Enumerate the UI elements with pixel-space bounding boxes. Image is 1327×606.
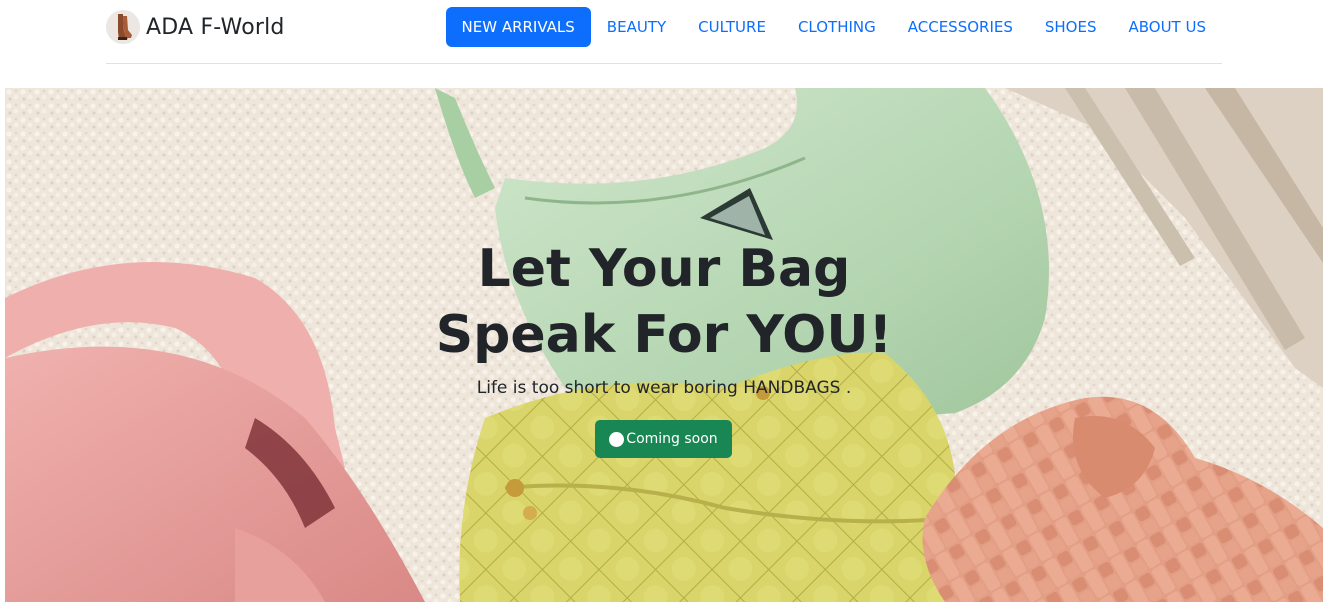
hero-title-line2: Speak For YOU! xyxy=(435,305,893,365)
brand-name: ADA F-World xyxy=(146,14,285,40)
brand[interactable]: ADA F-World xyxy=(106,7,285,47)
nav-beauty[interactable]: BEAUTY xyxy=(591,7,682,47)
nav-accessories[interactable]: ACCESSORIES xyxy=(892,7,1029,47)
nav-clothing[interactable]: CLOTHING xyxy=(782,7,892,47)
nav-about-us[interactable]: ABOUT US xyxy=(1112,7,1222,47)
nav-culture[interactable]: CULTURE xyxy=(682,7,782,47)
site-header: ADA F-World NEW ARRIVALS BEAUTY CULTURE … xyxy=(106,0,1222,64)
hero-title-line1: Let Your Bag xyxy=(477,239,851,299)
coming-soon-label: Coming soon xyxy=(626,431,718,447)
nav-new-arrivals[interactable]: NEW ARRIVALS xyxy=(445,7,591,47)
nav-shoes[interactable]: SHOES xyxy=(1029,7,1113,47)
hero-banner: Let Your Bag Speak For YOU! Life is too … xyxy=(5,88,1323,602)
boots-icon xyxy=(106,10,140,44)
hero-title: Let Your Bag Speak For YOU! xyxy=(5,236,1323,368)
main-nav: NEW ARRIVALS BEAUTY CULTURE CLOTHING ACC… xyxy=(445,7,1222,47)
hero-subtitle: Life is too short to wear boring HANDBAG… xyxy=(476,378,852,398)
coming-soon-button[interactable]: Coming soon xyxy=(595,420,732,458)
spinner-icon xyxy=(609,431,625,447)
